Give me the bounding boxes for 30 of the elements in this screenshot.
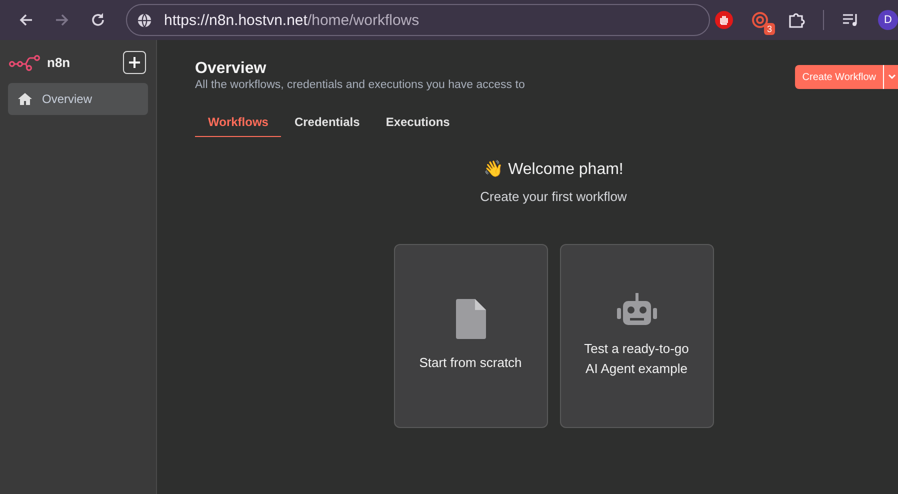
welcome-title: 👋 Welcome pham! [484,159,624,179]
globe-icon [137,12,152,28]
add-button[interactable] [123,51,146,74]
tab[interactable]: Executions [372,109,463,137]
tab[interactable]: Workflows [195,109,282,137]
sidebar-item[interactable]: Overview [8,83,148,115]
hand-icon[interactable] [715,11,733,29]
home-icon [18,93,32,105]
ai-agent-card[interactable]: Test a ready-to-go AI Agent example [560,244,714,428]
puzzle-icon[interactable] [787,11,805,29]
tab[interactable]: Credentials [281,109,373,137]
back-arrow-icon [18,12,34,28]
url-text: https://n8n.hostvn.net/home/workflows [164,12,420,28]
address-bar[interactable]: https://n8n.hostvn.net/home/workflows [126,4,710,36]
robot-icon [616,293,656,325]
page-title: Overview [195,60,268,78]
reload-icon [90,12,106,28]
file-icon [456,299,486,339]
forward-arrow-icon [54,12,70,28]
logo-text: n8n [47,55,70,70]
page-subtitle: All the workflows, credentials and executions you have access to [195,79,525,91]
welcome-subtitle: Create your first workflow [480,189,627,204]
notification-badge: 3 [764,23,775,35]
swirl-icon[interactable] [751,11,769,29]
profile-avatar[interactable]: D [878,10,898,30]
caret-icon [888,74,896,80]
logo-icon [9,54,41,70]
plus-icon [129,57,140,68]
start-scratch-card[interactable]: Start from scratch [394,244,548,428]
media-list-icon[interactable] [842,12,860,28]
